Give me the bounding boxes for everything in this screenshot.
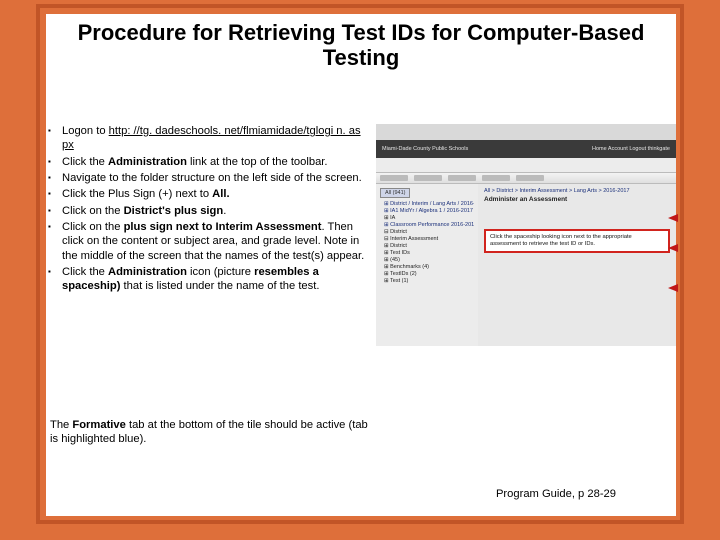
slide-stage: Procedure for Retrieving Test IDs for Co… (0, 0, 720, 540)
browser-chrome (376, 124, 676, 140)
app-subheader (376, 158, 676, 173)
step-plus-interim: Click on the plus sign next to Interim A… (62, 220, 366, 263)
step-text: Logon to (62, 125, 109, 137)
step-admin-icon: Click the Administration icon (picture r… (62, 265, 366, 294)
app-header: Miami-Dade County Public Schools Home Ac… (376, 140, 676, 158)
tree-row: ⊞ IA1 MidYr / Algebra 1 / 2016-2017 (384, 208, 474, 214)
slide-title: Procedure for Retrieving Test IDs for Co… (46, 20, 676, 71)
tree-row: ⊞ Classroom Performance 2016-2017 (384, 222, 474, 228)
step-plus-district: Click on the District's plus sign. (62, 204, 366, 218)
breadcrumb: All > District > Interim Assessment > La… (484, 188, 670, 194)
step-plus-all: Click the Plus Sign (+) next to All. (62, 187, 366, 201)
tree-row: ⊞ Test (1) (384, 278, 474, 284)
tree-row: ⊞ TestIDs (2) (384, 271, 474, 277)
app-toolbar (376, 173, 676, 184)
header-links: Home Account Logout thinkgate (592, 146, 670, 152)
district-name: Miami-Dade County Public Schools (382, 146, 468, 152)
red-arrow-icon (668, 284, 678, 292)
footer-page-ref: Program Guide, p 28-29 (496, 488, 616, 500)
tree-row: ⊞ IA (384, 215, 474, 221)
embedded-screenshot: Miami-Dade County Public Schools Home Ac… (376, 124, 676, 344)
instruction-callout: Click the spaceship looking icon next to… (484, 229, 670, 253)
red-arrow-icon (668, 214, 678, 222)
panel-title: Administer an Assessment (484, 196, 670, 203)
step-logon: Logon to http: //tg. dadeschools. net/fl… (62, 124, 366, 153)
step-navigate-folders: Navigate to the folder structure on the … (62, 171, 366, 185)
sidebar-tab-all: All (941) (380, 188, 410, 198)
step-admin-link: Click the Administration link at the top… (62, 155, 366, 169)
tree-row: ⊞ Benchmarks (4) (384, 264, 474, 270)
content-card: Procedure for Retrieving Test IDs for Co… (46, 14, 676, 516)
main-panel: All > District > Interim Assessment > La… (478, 184, 676, 346)
tree-row: ⊟ Interim Assessment (384, 236, 474, 242)
tree-row: ⊞ District / Interim / Lang Arts / 2016-… (384, 201, 474, 207)
folder-sidebar: All (941) ⊞ District / Interim / Lang Ar… (376, 184, 478, 346)
tree-row: ⊟ District (384, 229, 474, 235)
formative-note: The Formative tab at the bottom of the t… (50, 418, 370, 447)
app-body: All (941) ⊞ District / Interim / Lang Ar… (376, 184, 676, 346)
tree-row: ⊞ District (384, 243, 474, 249)
tree-row: ⊞ Test IDs (384, 250, 474, 256)
instruction-list: Logon to http: //tg. dadeschools. net/fl… (46, 124, 366, 296)
tree-row: ⊞ (45) (384, 257, 474, 263)
red-arrow-icon (668, 244, 678, 252)
